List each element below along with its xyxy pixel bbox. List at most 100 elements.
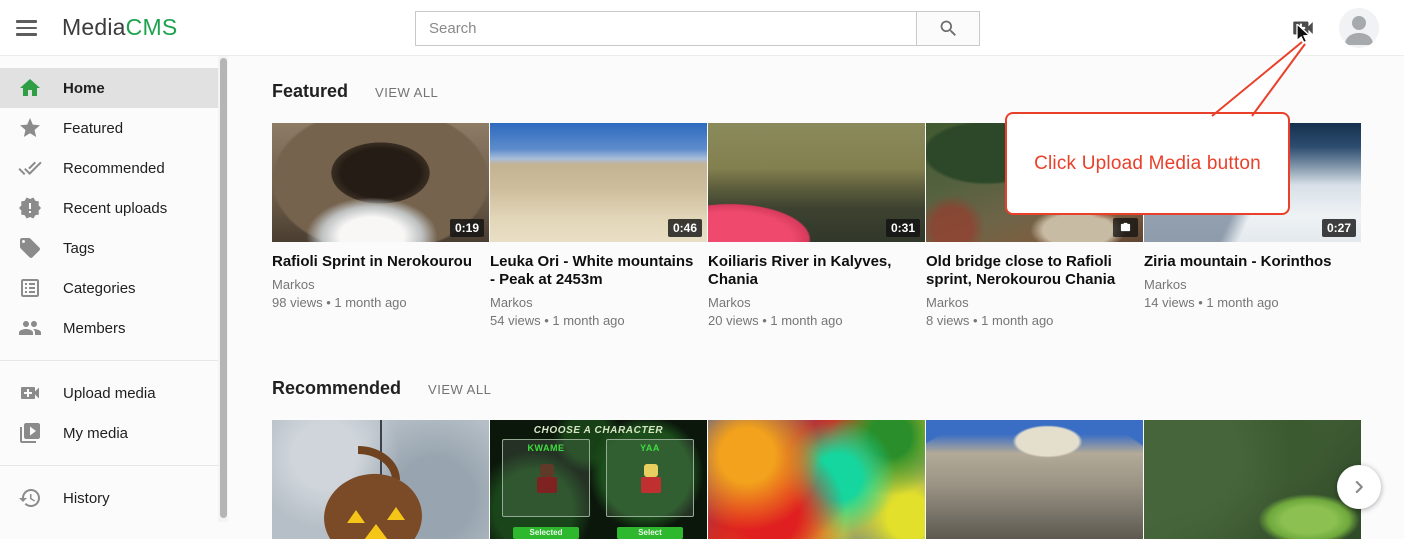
game-screen-title: CHOOSE A CHARACTER xyxy=(490,425,707,436)
sidebar: Home Featured Recommended Recent uploads… xyxy=(0,56,228,522)
search-bar xyxy=(415,11,980,46)
video-title[interactable]: Leuka Ori - White mountains - Peak at 24… xyxy=(490,253,707,289)
featured-view-all-link[interactable]: VIEW ALL xyxy=(375,85,438,100)
video-meta: 14 views • 1 month ago xyxy=(1144,295,1361,310)
camera-icon xyxy=(1119,222,1132,233)
duration-badge: 0:19 xyxy=(450,219,484,237)
video-author[interactable]: Markos xyxy=(272,277,489,292)
sidebar-item-tags[interactable]: Tags xyxy=(0,228,218,268)
character-panel-left: KWAME xyxy=(502,439,590,517)
video-thumbnail[interactable] xyxy=(272,420,489,539)
people-icon xyxy=(18,316,42,340)
video-call-icon xyxy=(1290,15,1316,41)
sidebar-item-label: History xyxy=(63,490,110,507)
sidebar-item-upload-media[interactable]: Upload media xyxy=(0,373,218,413)
recommended-card-row: CHOOSE A CHARACTER KWAME YAA Selected Se… xyxy=(272,420,1404,539)
sidebar-item-label: Upload media xyxy=(63,385,156,402)
sidebar-item-recent-uploads[interactable]: Recent uploads xyxy=(0,188,218,228)
video-title[interactable]: Old bridge close to Rafioli sprint, Nero… xyxy=(926,253,1143,289)
section-title-recommended: Recommended xyxy=(272,378,401,399)
video-card[interactable]: 0:31 Koiliaris River in Kalyves, Chania … xyxy=(708,123,925,328)
logo-text-primary: Media xyxy=(62,14,126,40)
logo[interactable]: MediaCMS xyxy=(62,14,177,41)
upload-media-button[interactable] xyxy=(1290,15,1316,41)
video-thumbnail[interactable] xyxy=(708,420,925,539)
character-name: YAA xyxy=(607,443,693,453)
search-input[interactable] xyxy=(415,11,917,46)
sidebar-item-members[interactable]: Members xyxy=(0,308,218,348)
video-thumbnail[interactable]: 0:46 xyxy=(490,123,707,242)
video-thumbnail[interactable] xyxy=(926,420,1143,539)
sidebar-item-label: Featured xyxy=(63,120,123,137)
section-title-featured: Featured xyxy=(272,81,348,102)
double-check-icon xyxy=(18,156,42,180)
video-card[interactable] xyxy=(926,420,1143,539)
video-thumbnail[interactable]: 0:19 xyxy=(272,123,489,242)
sidebar-item-label: Recent uploads xyxy=(63,200,167,217)
character-sprite xyxy=(540,464,554,477)
video-meta: 98 views • 1 month ago xyxy=(272,295,489,310)
video-title[interactable]: Rafioli Sprint in Nerokourou xyxy=(272,253,489,271)
video-author[interactable]: Markos xyxy=(926,295,1143,310)
carousel-next-button[interactable] xyxy=(1337,465,1381,509)
sidebar-item-recommended[interactable]: Recommended xyxy=(0,148,218,188)
sidebar-item-categories[interactable]: Categories xyxy=(0,268,218,308)
person-icon xyxy=(1339,8,1379,48)
sidebar-item-label: Tags xyxy=(63,240,95,257)
search-button[interactable] xyxy=(917,11,980,46)
video-title[interactable]: Koiliaris River in Kalyves, Chania xyxy=(708,253,925,289)
character-sprite xyxy=(537,477,557,493)
video-library-icon xyxy=(18,421,42,445)
video-author[interactable]: Markos xyxy=(1144,277,1361,292)
home-icon xyxy=(18,76,42,100)
sidebar-scrollbar-thumb[interactable] xyxy=(220,58,227,518)
duration-badge: 0:27 xyxy=(1322,219,1356,237)
sidebar-divider xyxy=(0,465,218,466)
video-thumbnail[interactable] xyxy=(1144,420,1361,539)
annotation-text: Click Upload Media button xyxy=(1034,153,1261,175)
selected-button: Selected xyxy=(513,527,579,539)
top-bar: MediaCMS xyxy=(0,0,1404,56)
sidebar-item-my-media[interactable]: My media xyxy=(0,413,218,453)
sidebar-item-label: Home xyxy=(63,80,105,97)
new-releases-icon xyxy=(18,196,42,220)
user-avatar[interactable] xyxy=(1339,8,1379,48)
annotation-callout: Click Upload Media button xyxy=(1005,112,1290,215)
recommended-view-all-link[interactable]: VIEW ALL xyxy=(428,382,491,397)
character-panel-right: YAA xyxy=(606,439,694,517)
star-icon xyxy=(18,116,42,140)
video-card[interactable]: CHOOSE A CHARACTER KWAME YAA Selected Se… xyxy=(490,420,707,539)
video-author[interactable]: Markos xyxy=(490,295,707,310)
search-icon xyxy=(938,18,959,39)
tag-icon xyxy=(18,236,42,260)
video-title[interactable]: Ziria mountain - Korinthos xyxy=(1144,253,1361,271)
video-meta: 8 views • 1 month ago xyxy=(926,313,1143,328)
duration-badge: 0:46 xyxy=(668,219,702,237)
pumpkin-eye xyxy=(387,507,405,520)
video-call-icon xyxy=(18,381,42,405)
pumpkin-eye xyxy=(347,510,365,523)
video-meta: 20 views • 1 month ago xyxy=(708,313,925,328)
recommended-section-header: Recommended VIEW ALL xyxy=(272,378,1404,399)
video-author[interactable]: Markos xyxy=(708,295,925,310)
sidebar-item-history[interactable]: History xyxy=(0,478,218,518)
sidebar-item-featured[interactable]: Featured xyxy=(0,108,218,148)
video-card[interactable] xyxy=(708,420,925,539)
history-icon xyxy=(18,486,42,510)
video-thumbnail[interactable]: CHOOSE A CHARACTER KWAME YAA Selected Se… xyxy=(490,420,707,539)
video-card[interactable]: 0:46 Leuka Ori - White mountains - Peak … xyxy=(490,123,707,328)
video-meta: 54 views • 1 month ago xyxy=(490,313,707,328)
sidebar-item-label: Categories xyxy=(63,280,136,297)
character-name: KWAME xyxy=(503,443,589,453)
video-card[interactable] xyxy=(1144,420,1361,539)
hamburger-menu-icon[interactable] xyxy=(16,17,40,39)
video-card[interactable] xyxy=(272,420,489,539)
video-card[interactable]: 0:19 Rafioli Sprint in Nerokourou Markos… xyxy=(272,123,489,328)
character-sprite xyxy=(641,477,661,493)
logo-text-accent: CMS xyxy=(126,14,178,40)
video-thumbnail[interactable]: 0:31 xyxy=(708,123,925,242)
featured-section-header: Featured VIEW ALL xyxy=(272,81,1404,102)
select-button: Select xyxy=(617,527,683,539)
sidebar-item-home[interactable]: Home xyxy=(0,68,218,108)
sidebar-item-label: Recommended xyxy=(63,160,165,177)
